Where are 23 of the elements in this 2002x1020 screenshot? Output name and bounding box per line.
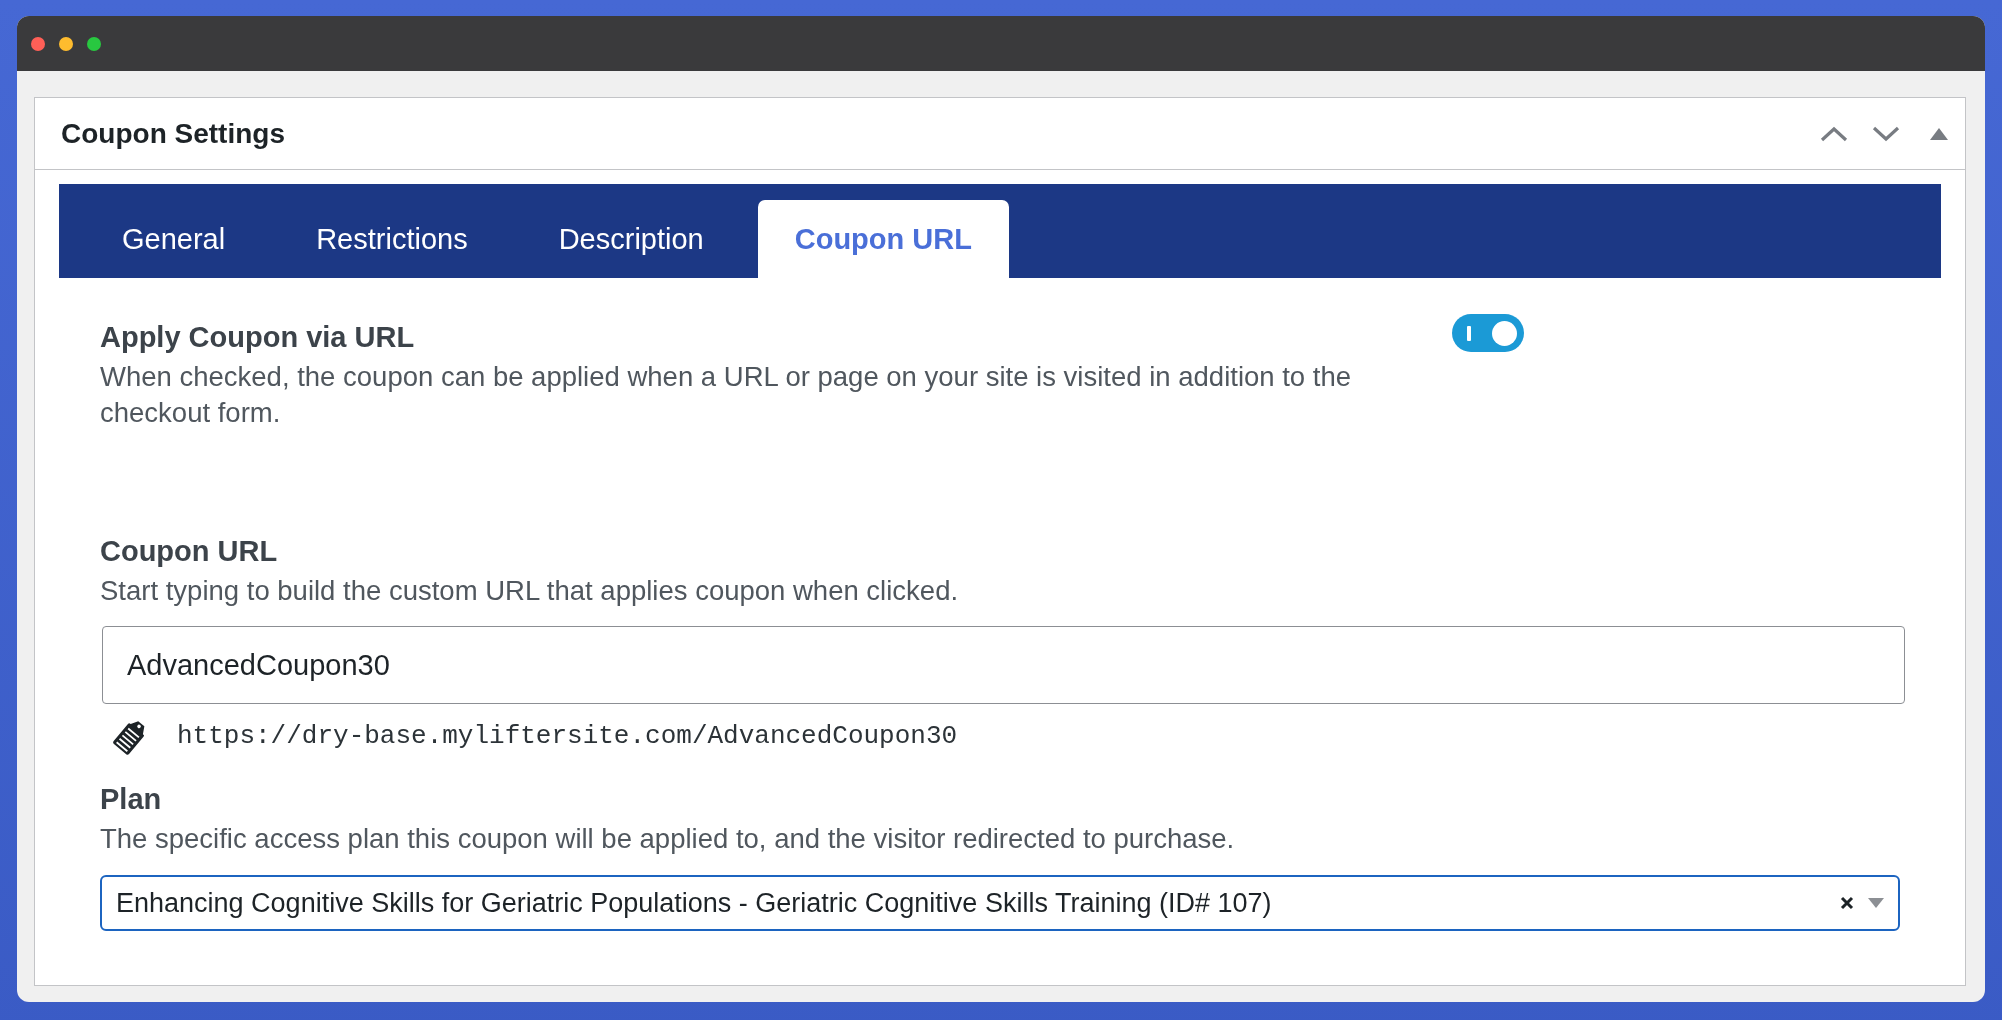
- close-icon[interactable]: [31, 36, 45, 51]
- tab[interactable]: General: [85, 200, 263, 278]
- url-preview: https://dry-base.myliftersite.com/AdvancedCoupon30: [177, 721, 958, 751]
- triangle-up-icon[interactable]: [1930, 127, 1948, 140]
- setting-description: When checked, the coupon can be applied when a URL or page on your site is visited in addition to the checkout form.: [100, 360, 1353, 430]
- chevron-up-icon[interactable]: [1820, 125, 1848, 142]
- chevron-down-icon[interactable]: [1872, 125, 1900, 142]
- caret-icon[interactable]: [1868, 898, 1884, 908]
- maximize-icon[interactable]: [87, 36, 101, 51]
- setting-label: Coupon URL: [100, 534, 279, 568]
- toggle-switch[interactable]: [1452, 314, 1524, 352]
- tab[interactable]: Coupon URL: [757, 200, 1009, 278]
- plan-select[interactable]: Enhancing Cognitive Skills for Geriatric Populations - Geriatric Cognitive Skills Training (ID# 107): [100, 875, 1900, 931]
- setting-label: Apply Coupon via URL: [100, 320, 416, 354]
- tab[interactable]: Restrictions: [279, 200, 505, 278]
- panel-title: Coupon Settings: [61, 117, 285, 150]
- clear-icon[interactable]: [1840, 896, 1854, 910]
- setting-label: Plan: [100, 782, 163, 816]
- setting-description: The specific access plan this coupon will be applied to, and the visitor redirected to purchase.: [100, 822, 1236, 856]
- text-input[interactable]: AdvancedCoupon30: [102, 626, 1905, 704]
- minimize-icon[interactable]: [59, 36, 73, 51]
- setting-description: Start typing to build the custom URL that applies coupon when clicked.: [100, 574, 960, 608]
- tab[interactable]: Description: [521, 200, 741, 278]
